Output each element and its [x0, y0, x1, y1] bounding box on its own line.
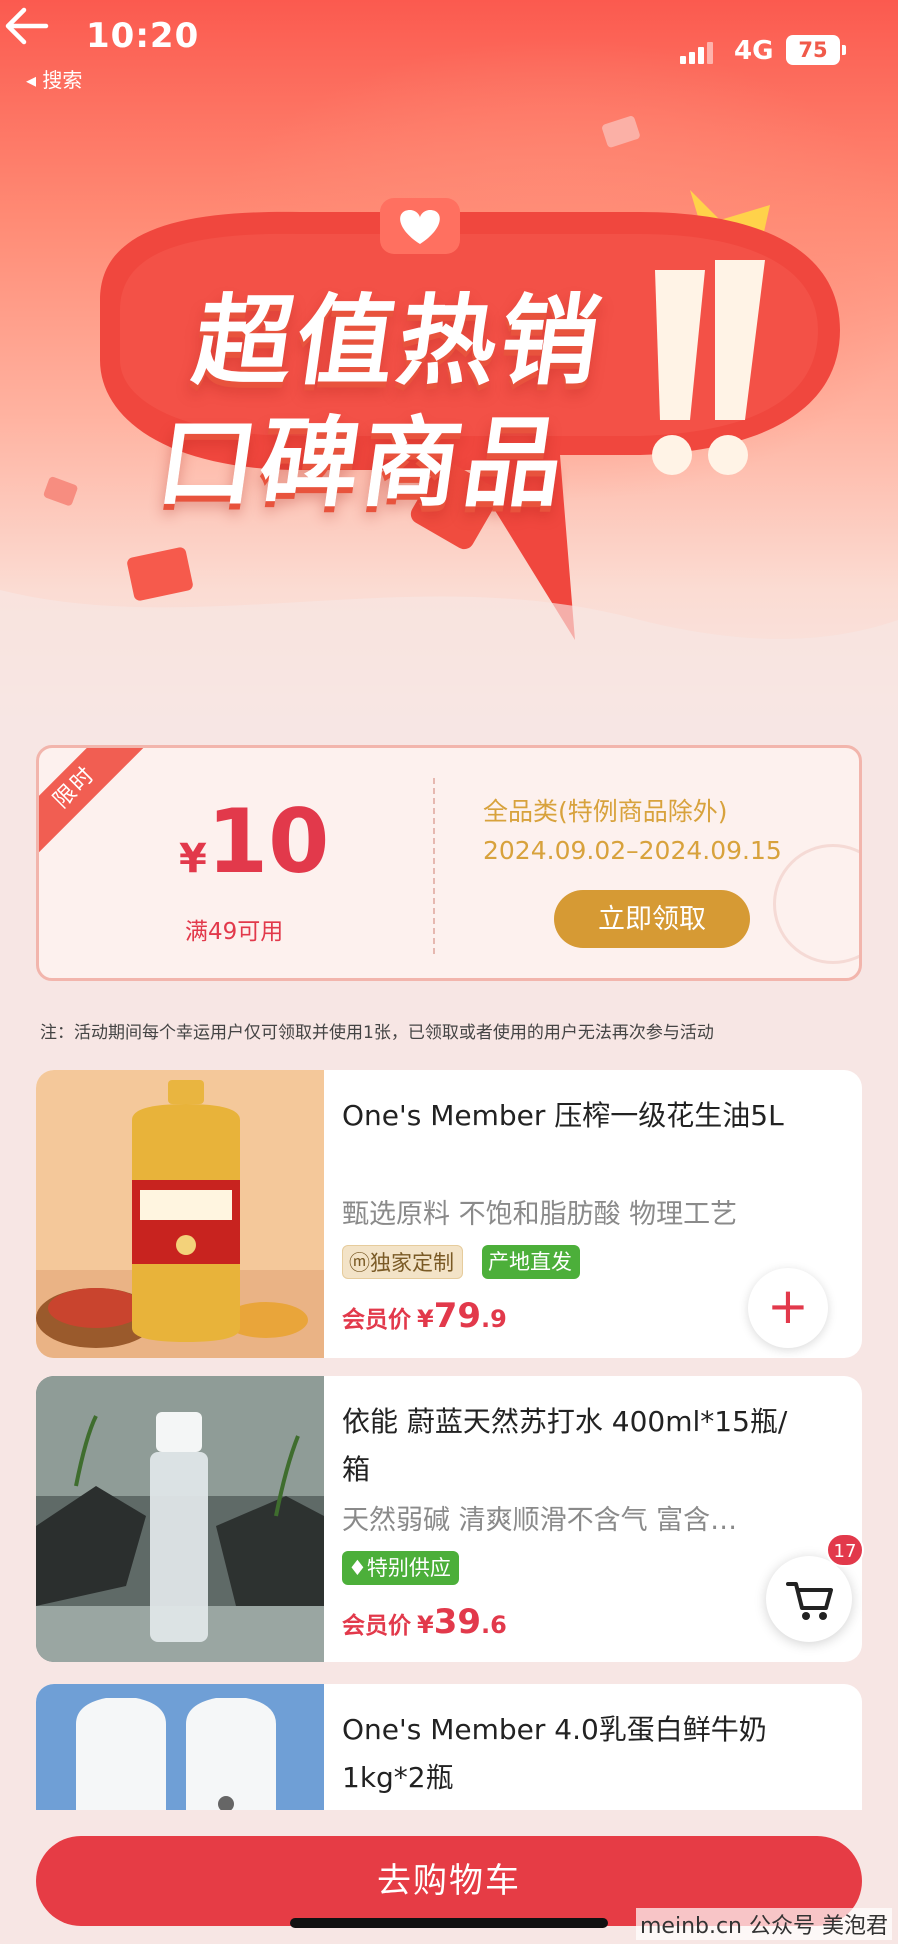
battery-icon: 75 — [786, 35, 846, 65]
peanut-oil-product-image — [36, 1070, 324, 1358]
product-name[interactable]: One's Member 4.0乳蛋白鲜牛奶1kg*2瓶 — [342, 1706, 812, 1802]
heart-chat-icon — [380, 198, 460, 254]
status-bar: 10:20 ◂ 搜索 4G 75 — [0, 0, 898, 93]
coupon-category: 全品类(特例商品除外) — [483, 797, 728, 826]
cart-icon — [786, 1582, 833, 1620]
coupon-card: 限时 ¥10 满49可用 全品类(特例商品除外) 2024.09.02–2024… — [36, 745, 862, 981]
signal-icon — [680, 40, 720, 64]
network-type: 4G — [734, 36, 774, 66]
product-card[interactable]: One's Member 压榨一级花生油5L 甄选原料 不饱和脂肪酸 物理工艺 … — [36, 1070, 862, 1358]
soda-water-product-image — [36, 1376, 324, 1662]
hero-banner: 10:20 ◂ 搜索 4G 75 超值热销 口碑商品 — [0, 0, 898, 720]
product-name[interactable]: One's Member 压榨一级花生油5L — [342, 1092, 812, 1140]
coupon-value: 10 — [206, 790, 330, 893]
hero-title-line1: 超值热销 — [186, 285, 611, 399]
special-supply-tag: ♦特别供应 — [342, 1551, 459, 1585]
watermark: meinb.cn 公众号 美泡君 — [635, 1908, 892, 1940]
crown-icon: ⓜ — [349, 1251, 370, 1275]
coupon-condition: 满49可用 — [185, 919, 284, 945]
coupon-date-range: 2024.09.02–2024.09.15 — [483, 836, 782, 865]
claim-coupon-button[interactable]: 立即领取 — [554, 890, 750, 948]
member-price: 会员价 ¥39.6 — [342, 1602, 507, 1642]
product-description: 天然弱碱 清爽顺滑不含气 富含多… — [342, 1505, 742, 1536]
decor-envelope — [127, 547, 193, 601]
diamond-icon: ♦ — [348, 1556, 367, 1580]
member-price: 会员价 ¥79.9 — [342, 1296, 507, 1336]
activity-note: 注：活动期间每个幸运用户仅可领取并使用1张，已领取或者使用的用户无法再次参与活动 — [40, 1023, 714, 1043]
limited-time-ribbon: 限时 — [39, 748, 146, 859]
product-name[interactable]: 依能 蔚蓝天然苏打水 400ml*15瓶/箱 — [342, 1398, 812, 1494]
home-indicator[interactable] — [290, 1918, 608, 1928]
back-to-app-link[interactable]: ◂ 搜索 — [26, 64, 82, 93]
back-arrow-icon[interactable] — [0, 0, 52, 52]
coupon-amount: ¥10 — [179, 798, 329, 886]
add-to-cart-button[interactable]: + — [748, 1268, 828, 1348]
origin-shipping-tag: 产地直发 — [482, 1245, 580, 1279]
status-time: 10:20 — [86, 16, 200, 56]
cart-float-button[interactable] — [766, 1556, 852, 1642]
hero-title-line2: 口碑商品 — [150, 407, 575, 521]
coupon-stamp-icon — [773, 844, 859, 964]
product-card[interactable]: 依能 蔚蓝天然苏打水 400ml*15瓶/箱 天然弱碱 清爽顺滑不含气 富含多…… — [36, 1376, 862, 1662]
cart-count-badge: 17 — [826, 1533, 864, 1567]
exclusive-tag: ⓜ独家定制 — [342, 1245, 463, 1279]
product-description: 甄选原料 不饱和脂肪酸 物理工艺 — [342, 1199, 738, 1230]
coupon-currency: ¥ — [179, 836, 207, 882]
coupon-divider — [433, 778, 435, 954]
